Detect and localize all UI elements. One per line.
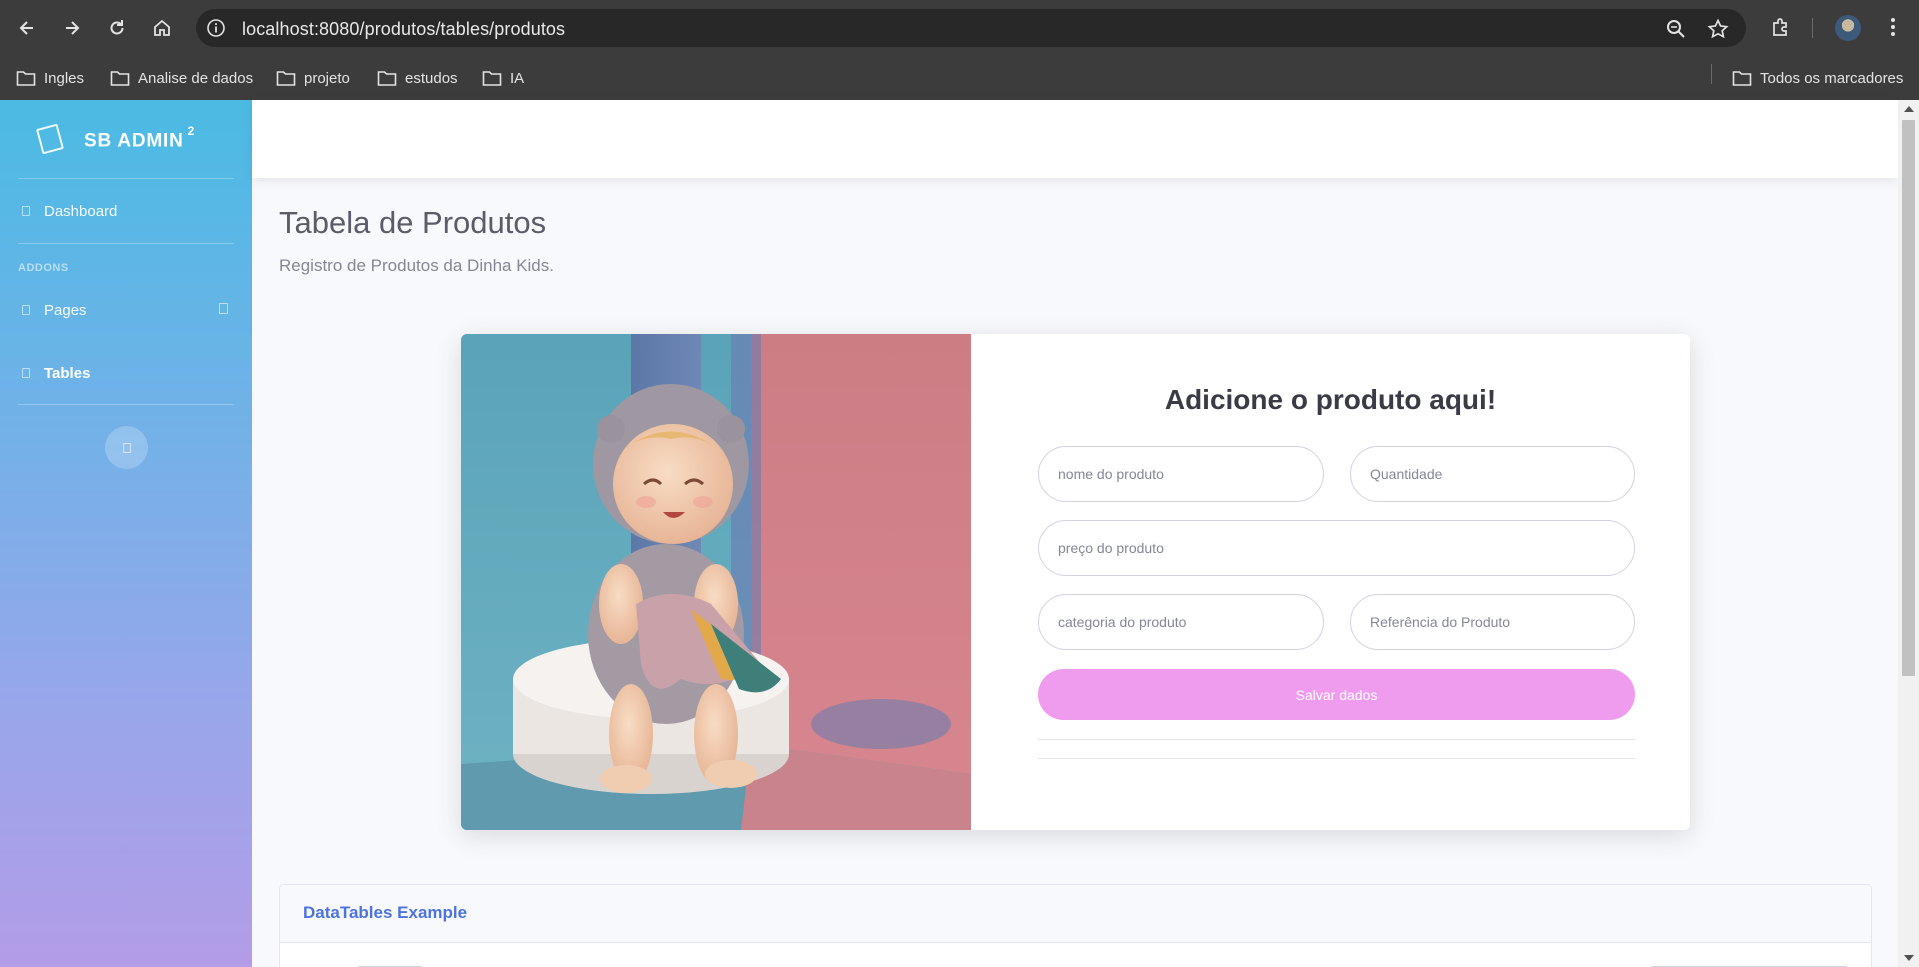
bookmark-label: Analise de dados xyxy=(138,69,254,87)
reference-input[interactable]: Referência do Produto xyxy=(1350,594,1635,650)
datatable-card: DataTables Example xyxy=(279,884,1872,967)
scroll-up-arrow-icon[interactable] xyxy=(1904,106,1914,112)
menu-kebab-icon[interactable] xyxy=(1880,14,1906,40)
scroll-down-arrow-icon[interactable] xyxy=(1904,955,1914,961)
bookmark-star-icon[interactable] xyxy=(1707,18,1729,40)
scroll-thumb[interactable] xyxy=(1902,120,1915,676)
sidebar-divider xyxy=(18,178,234,179)
folder-icon xyxy=(276,71,296,86)
sidebar: SB ADMIN 2 Dashboard ADDONS Pages Tables xyxy=(0,100,252,967)
save-button[interactable]: Salvar dados xyxy=(1038,669,1635,720)
sidebar-toggle-button[interactable] xyxy=(105,426,148,469)
sidebar-item-dashboard[interactable]: Dashboard xyxy=(22,200,117,222)
form-title: Adicione o produto aqui! xyxy=(1164,384,1497,415)
url-path: :8080/produtos/tables/produtos xyxy=(313,19,566,39)
browser-toolbar: localhost:8080/produtos/tables/produtos xyxy=(0,0,1919,56)
bookmark-label: IA xyxy=(510,69,525,87)
bookmark-folder[interactable]: projeto xyxy=(276,66,350,90)
brand-text: SB ADMIN 2 xyxy=(84,124,195,152)
folder-icon xyxy=(1732,71,1752,86)
bookmark-folder[interactable]: Analise de dados xyxy=(110,66,253,90)
datatable-header: DataTables Example xyxy=(280,885,1871,943)
sidebar-brand[interactable]: SB ADMIN 2 xyxy=(0,100,252,178)
bookmark-label: Ingles xyxy=(44,69,85,87)
zoom-icon[interactable] xyxy=(1665,18,1687,40)
form-divider xyxy=(1038,739,1635,740)
sidebar-heading: ADDONS xyxy=(18,262,69,274)
folder-icon xyxy=(482,71,502,86)
bookmark-folder[interactable]: estudos xyxy=(377,66,458,90)
dashboard-icon xyxy=(22,206,30,216)
site-info-icon[interactable] xyxy=(206,18,226,38)
sidebar-item-tables[interactable]: Tables xyxy=(22,362,90,384)
sidebar-item-label: Dashboard xyxy=(44,202,118,220)
quantity-input[interactable]: Quantidade xyxy=(1350,446,1635,502)
category-input[interactable]: categoria do produto xyxy=(1038,594,1324,650)
baby-product-image xyxy=(461,334,971,830)
chevron-icon[interactable] xyxy=(219,303,228,314)
sidebar-item-pages[interactable]: Pages xyxy=(22,299,87,321)
bookmark-folder[interactable]: IA xyxy=(482,66,524,90)
extensions-icon[interactable] xyxy=(1768,14,1794,40)
toolbar-separator xyxy=(1812,18,1813,38)
datatable-title: DataTables Example xyxy=(303,903,468,922)
bookmark-label: projeto xyxy=(304,69,350,87)
bookmark-label: estudos xyxy=(405,69,458,87)
form-divider xyxy=(1038,758,1635,759)
topbar xyxy=(252,100,1898,178)
table-icon xyxy=(22,368,30,378)
address-bar[interactable]: localhost:8080/produtos/tables/produtos xyxy=(196,9,1746,47)
profile-avatar[interactable] xyxy=(1835,15,1861,41)
pages-icon xyxy=(22,305,30,315)
bookmarks-bar: Ingles Analise de dados projeto estudos … xyxy=(0,56,1919,100)
folder-icon xyxy=(377,71,397,86)
product-form-card: Adicione o produto aqui! nome do produto… xyxy=(461,334,1690,830)
page-title: Tabela de Produtos xyxy=(279,205,547,240)
reload-icon[interactable] xyxy=(102,13,132,43)
sidebar-item-label: Pages xyxy=(44,301,87,319)
all-bookmarks-folder[interactable]: Todos os marcadores xyxy=(1732,66,1903,90)
sidebar-item-label: Tables xyxy=(44,364,91,382)
address-url: localhost:8080/produtos/tables/produtos xyxy=(242,19,565,40)
page-scrollbar[interactable] xyxy=(1898,100,1919,967)
sidebar-divider xyxy=(18,404,234,405)
sidebar-divider xyxy=(18,243,234,244)
product-name-input[interactable]: nome do produto xyxy=(1038,446,1324,502)
page-subtitle: Registro de Produtos da Dinha Kids. xyxy=(279,256,554,275)
bookmark-folder[interactable]: Ingles xyxy=(16,66,84,90)
price-input[interactable]: preço do produto xyxy=(1038,520,1635,576)
back-icon[interactable] xyxy=(12,13,42,43)
brand-version: 2 xyxy=(187,124,196,138)
forward-icon[interactable] xyxy=(57,13,87,43)
brand-name: SB ADMIN xyxy=(84,130,184,152)
folder-icon xyxy=(16,71,36,86)
home-icon[interactable] xyxy=(147,13,177,43)
bookmark-label: Todos os marcadores xyxy=(1760,69,1904,87)
browser-chrome: localhost:8080/produtos/tables/produtos … xyxy=(0,0,1919,100)
bookmarks-separator xyxy=(1711,64,1712,84)
folder-icon xyxy=(110,71,130,86)
collapse-icon xyxy=(122,442,131,453)
brand-logo-icon xyxy=(36,123,64,155)
url-host: localhost xyxy=(242,19,314,39)
